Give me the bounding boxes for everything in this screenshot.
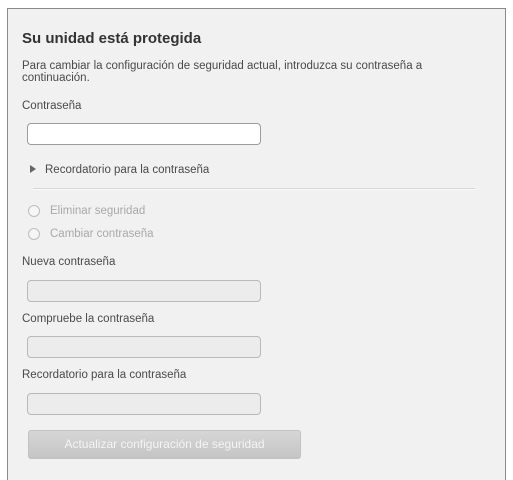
password-hint-input[interactable] [27,393,261,415]
update-security-button[interactable]: Actualizar configuración de seguridad [28,430,301,459]
triangle-right-icon [30,165,36,173]
password-hint-toggle[interactable]: Recordatorio para la contraseña [30,164,209,176]
remove-security-label: Eliminar seguridad [50,205,146,217]
instructions-text: Para cambiar la configuración de segurid… [22,60,423,84]
panel-title: Su unidad está protegida [22,30,202,47]
security-panel: Su unidad está protegida Para cambiar la… [7,8,506,480]
password-hint-label: Recordatorio para la contraseña [22,369,187,381]
new-password-label: Nueva contraseña [22,256,116,268]
radio-circle-icon [28,205,40,217]
radio-circle-icon [28,228,40,240]
current-password-label: Contraseña [22,100,82,112]
new-password-input[interactable] [27,280,261,302]
section-divider [33,188,475,190]
change-password-radio[interactable]: Cambiar contraseña [28,228,154,240]
confirm-password-input[interactable] [27,336,261,358]
password-hint-toggle-label: Recordatorio para la contraseña [45,164,210,176]
remove-security-radio[interactable]: Eliminar seguridad [28,205,145,217]
change-password-label: Cambiar contraseña [50,228,154,240]
current-password-input[interactable] [27,123,261,145]
confirm-password-label: Compruebe la contraseña [22,313,155,325]
